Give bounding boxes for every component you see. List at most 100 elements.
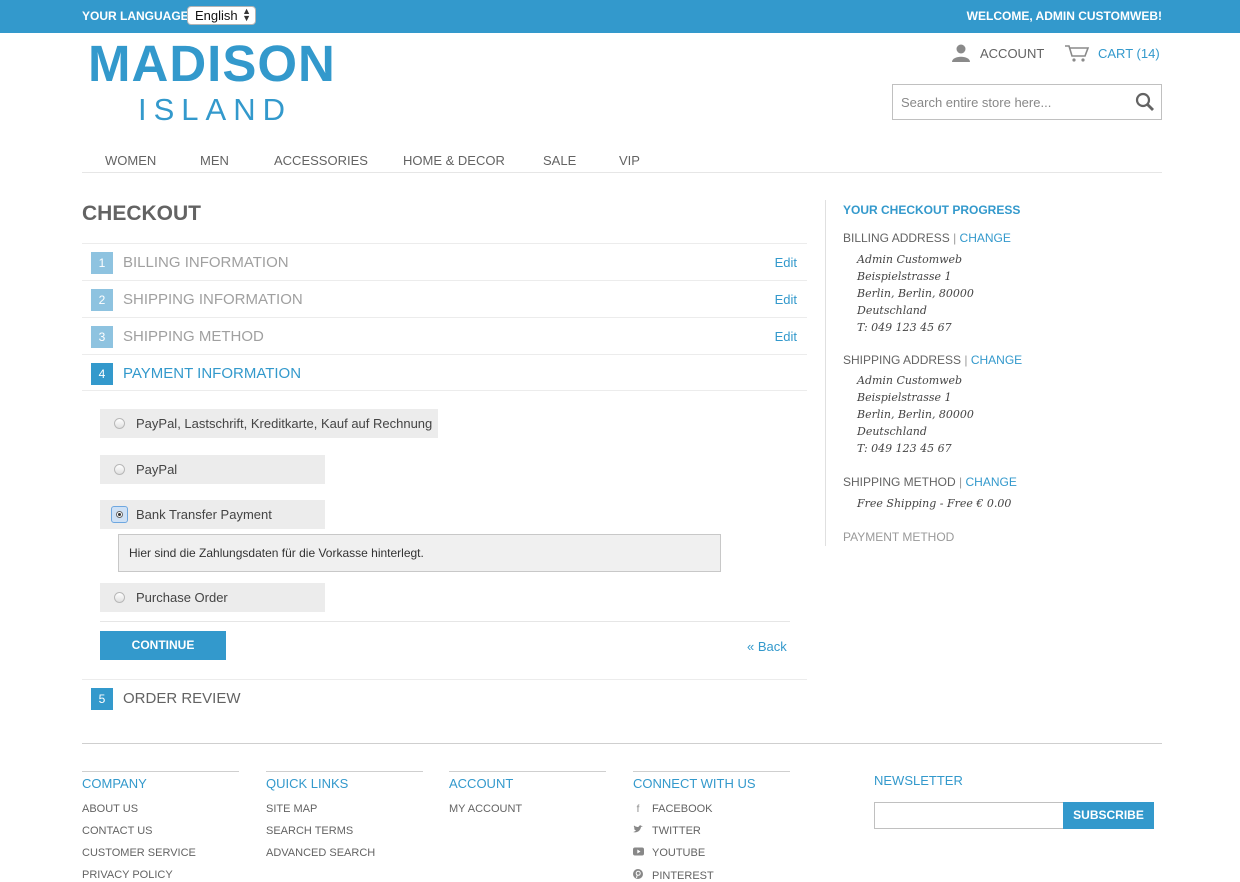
facebook-icon: f — [636, 803, 640, 815]
edit-billing-link[interactable]: Edit — [775, 255, 797, 270]
language-select[interactable]: English ▲ ▼ — [187, 6, 256, 25]
address-line: Deutschland — [857, 304, 927, 317]
separator: | — [953, 231, 957, 245]
step-label: SHIPPING METHOD — [123, 328, 264, 345]
footer-account-heading: ACCOUNT — [449, 776, 514, 791]
payment-option-bank-transfer[interactable]: Bank Transfer Payment — [100, 500, 325, 529]
edit-shipping-link[interactable]: Edit — [775, 292, 797, 307]
search-icon[interactable] — [1135, 92, 1155, 112]
footer-link-contact[interactable]: CONTACT US — [82, 825, 153, 837]
step-number: 1 — [91, 252, 113, 274]
step-number: 5 — [91, 688, 113, 710]
step-number: 3 — [91, 326, 113, 348]
step-shipping[interactable]: 2 SHIPPING INFORMATION Edit — [82, 280, 807, 317]
sidebar-divider — [825, 200, 826, 546]
nav-men[interactable]: MEN — [200, 153, 229, 168]
footer-link-label: PINTEREST — [652, 869, 714, 882]
nav-home-decor[interactable]: HOME & DECOR — [403, 153, 505, 168]
footer-column-rule — [82, 771, 239, 772]
page-title: CHECKOUT — [82, 202, 201, 225]
footer-link-facebook[interactable]: f FACEBOOK — [633, 803, 713, 815]
address-line: Beispielstrasse 1 — [857, 391, 952, 404]
nav-women[interactable]: WOMEN — [105, 153, 156, 168]
step-number: 4 — [91, 363, 113, 385]
footer-link-customer-service[interactable]: CUSTOMER SERVICE — [82, 847, 196, 859]
footer-link-twitter[interactable]: TWITTER — [633, 825, 701, 837]
step-order-review: 5 ORDER REVIEW — [82, 679, 807, 716]
logo-madison[interactable]: MADISON — [88, 34, 336, 93]
footer-link-label: YOUTUBE — [652, 847, 706, 859]
account-label: ACCOUNT — [980, 45, 1045, 61]
continue-button[interactable]: CONTINUE — [100, 631, 226, 660]
footer-link-my-account[interactable]: MY ACCOUNT — [449, 803, 522, 815]
newsletter-heading: NEWSLETTER — [874, 773, 963, 788]
footer-link-pinterest[interactable]: PINTEREST — [633, 869, 714, 882]
radio-button[interactable] — [114, 592, 125, 603]
address-line: Admin Customweb — [857, 253, 963, 266]
change-shipping-link[interactable]: CHANGE — [971, 353, 1022, 367]
billing-address-heading: BILLING ADDRESS | CHANGE — [843, 231, 1011, 245]
payment-option-label: PayPal, Lastschrift, Kreditkarte, Kauf a… — [136, 416, 433, 431]
step-label: SHIPPING INFORMATION — [123, 291, 303, 308]
nav-divider — [82, 172, 1162, 173]
welcome-message: WELCOME, ADMIN CUSTOMWEB! — [966, 9, 1162, 23]
payment-option-label: Bank Transfer Payment — [136, 507, 272, 522]
change-shipping-method-link[interactable]: CHANGE — [966, 475, 1017, 489]
account-link[interactable]: ACCOUNT — [951, 44, 1044, 62]
radio-button[interactable] — [114, 464, 125, 475]
language-label: YOUR LANGUAGE: — [82, 9, 193, 23]
address-line: T: 049 123 45 67 — [857, 442, 952, 455]
back-link[interactable]: « Back — [747, 639, 787, 654]
payment-option-label: PayPal — [136, 462, 178, 477]
payment-option-paypal[interactable]: PayPal — [100, 455, 325, 484]
step-payment: 4 PAYMENT INFORMATION — [82, 354, 807, 391]
bank-transfer-info: Hier sind die Zahlungsdaten für die Vork… — [118, 534, 721, 572]
footer-quick-links-heading: QUICK LINKS — [266, 776, 349, 791]
address-line: Deutschland — [857, 425, 927, 438]
checkout-progress-title: YOUR CHECKOUT PROGRESS — [843, 203, 1021, 217]
address-line: T: 049 123 45 67 — [857, 321, 952, 334]
step-label: ORDER REVIEW — [123, 690, 241, 707]
separator: | — [964, 353, 968, 367]
billing-address: Admin Customweb Beispielstrasse 1 Berlin… — [857, 251, 974, 336]
footer-link-youtube[interactable]: YOUTUBE — [633, 847, 705, 859]
edit-shipping-method-link[interactable]: Edit — [775, 329, 797, 344]
buttons-divider — [100, 621, 790, 622]
logo-island[interactable]: ISLAND — [138, 92, 292, 128]
step-number: 2 — [91, 289, 113, 311]
shipping-method-value: Free Shipping - Free € 0.00 — [857, 497, 1012, 510]
shipping-address-label: SHIPPING ADDRESS — [843, 353, 962, 367]
search-placeholder: Search entire store here... — [901, 95, 1052, 110]
payment-option-purchase-order[interactable]: Purchase Order — [100, 583, 325, 612]
radio-button-selected[interactable] — [111, 506, 128, 523]
pinterest-icon — [633, 869, 643, 882]
footer-link-site-map[interactable]: SITE MAP — [266, 803, 317, 815]
footer-link-advanced-search[interactable]: ADVANCED SEARCH — [266, 847, 375, 859]
nav-vip[interactable]: VIP — [619, 153, 640, 168]
footer-link-search-terms[interactable]: SEARCH TERMS — [266, 825, 353, 837]
search-input[interactable]: Search entire store here... — [892, 84, 1162, 120]
subscribe-button[interactable]: SUBSCRIBE — [1063, 802, 1154, 829]
newsletter-email-input[interactable] — [874, 802, 1064, 829]
cart-link[interactable]: CART (14) — [1064, 44, 1160, 62]
address-line: Berlin, Berlin, 80000 — [857, 408, 974, 421]
shipping-address-heading: SHIPPING ADDRESS | CHANGE — [843, 353, 1022, 367]
footer-company-heading: COMPANY — [82, 776, 147, 791]
radio-button[interactable] — [114, 418, 125, 429]
youtube-icon — [633, 847, 644, 859]
step-billing[interactable]: 1 BILLING INFORMATION Edit — [82, 243, 807, 280]
address-line: Admin Customweb — [857, 374, 963, 387]
footer-link-label: FACEBOOK — [652, 803, 713, 815]
payment-method-heading: PAYMENT METHOD — [843, 530, 955, 544]
footer-divider — [82, 743, 1162, 744]
nav-sale[interactable]: SALE — [543, 153, 576, 168]
footer-link-privacy[interactable]: PRIVACY POLICY — [82, 869, 173, 881]
step-label: PAYMENT INFORMATION — [123, 365, 302, 382]
step-shipping-method[interactable]: 3 SHIPPING METHOD Edit — [82, 317, 807, 354]
payment-option-paypal-multi[interactable]: PayPal, Lastschrift, Kreditkarte, Kauf a… — [100, 409, 438, 438]
change-billing-link[interactable]: CHANGE — [960, 231, 1011, 245]
footer-column-rule — [633, 771, 790, 772]
nav-accessories[interactable]: ACCESSORIES — [274, 153, 368, 168]
footer-link-about[interactable]: ABOUT US — [82, 803, 138, 815]
language-select-value: English — [195, 8, 238, 23]
